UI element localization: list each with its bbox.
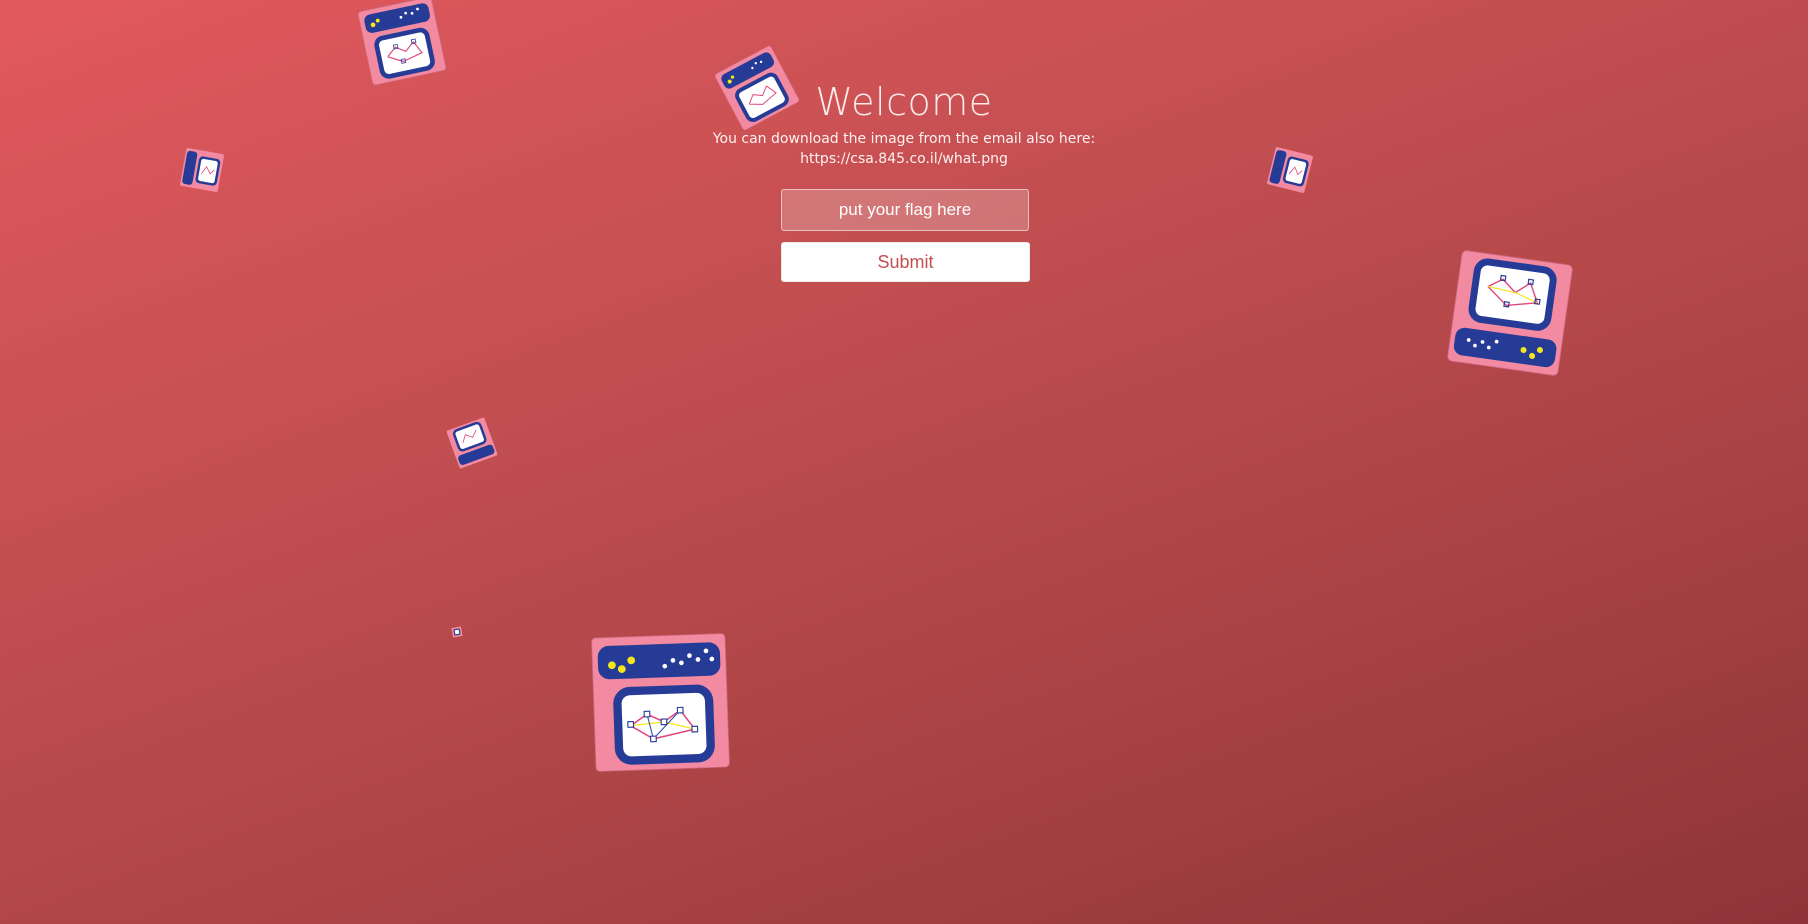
image-link[interactable]: https://csa.845.co.il/what.png [0,151,1808,167]
computer-card-icon [446,417,498,469]
page-title: Welcome [815,80,993,124]
computer-card-icon [591,633,730,772]
flag-input[interactable] [781,189,1029,231]
computer-card-icon [451,626,463,638]
computer-card-icon [357,0,447,86]
computer-card-icon [1447,250,1573,376]
submit-button[interactable]: Submit [781,242,1030,282]
instruction-text: You can download the image from the emai… [712,131,1096,147]
